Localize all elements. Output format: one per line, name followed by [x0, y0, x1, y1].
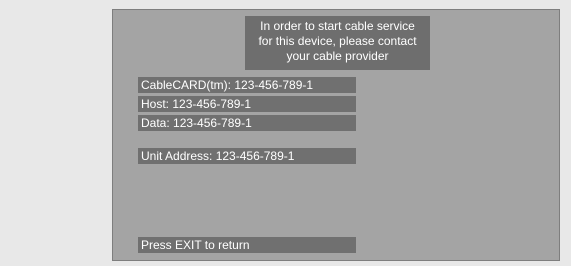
data-id-row: Data: 123-456-789-1: [138, 115, 356, 131]
message-line-1: In order to start cable service: [260, 19, 415, 33]
message-line-3: your cable provider: [286, 49, 389, 63]
unit-address-row: Unit Address: 123-456-789-1: [138, 148, 356, 164]
host-id-row: Host: 123-456-789-1: [138, 96, 356, 112]
tv-screen: In order to start cable service for this…: [112, 9, 560, 261]
exit-prompt[interactable]: Press EXIT to return: [138, 237, 356, 253]
service-message-box: In order to start cable service for this…: [245, 16, 430, 70]
cablecard-id-row: CableCARD(tm): 123-456-789-1: [138, 77, 356, 93]
message-line-2: for this device, please contact: [258, 34, 417, 48]
